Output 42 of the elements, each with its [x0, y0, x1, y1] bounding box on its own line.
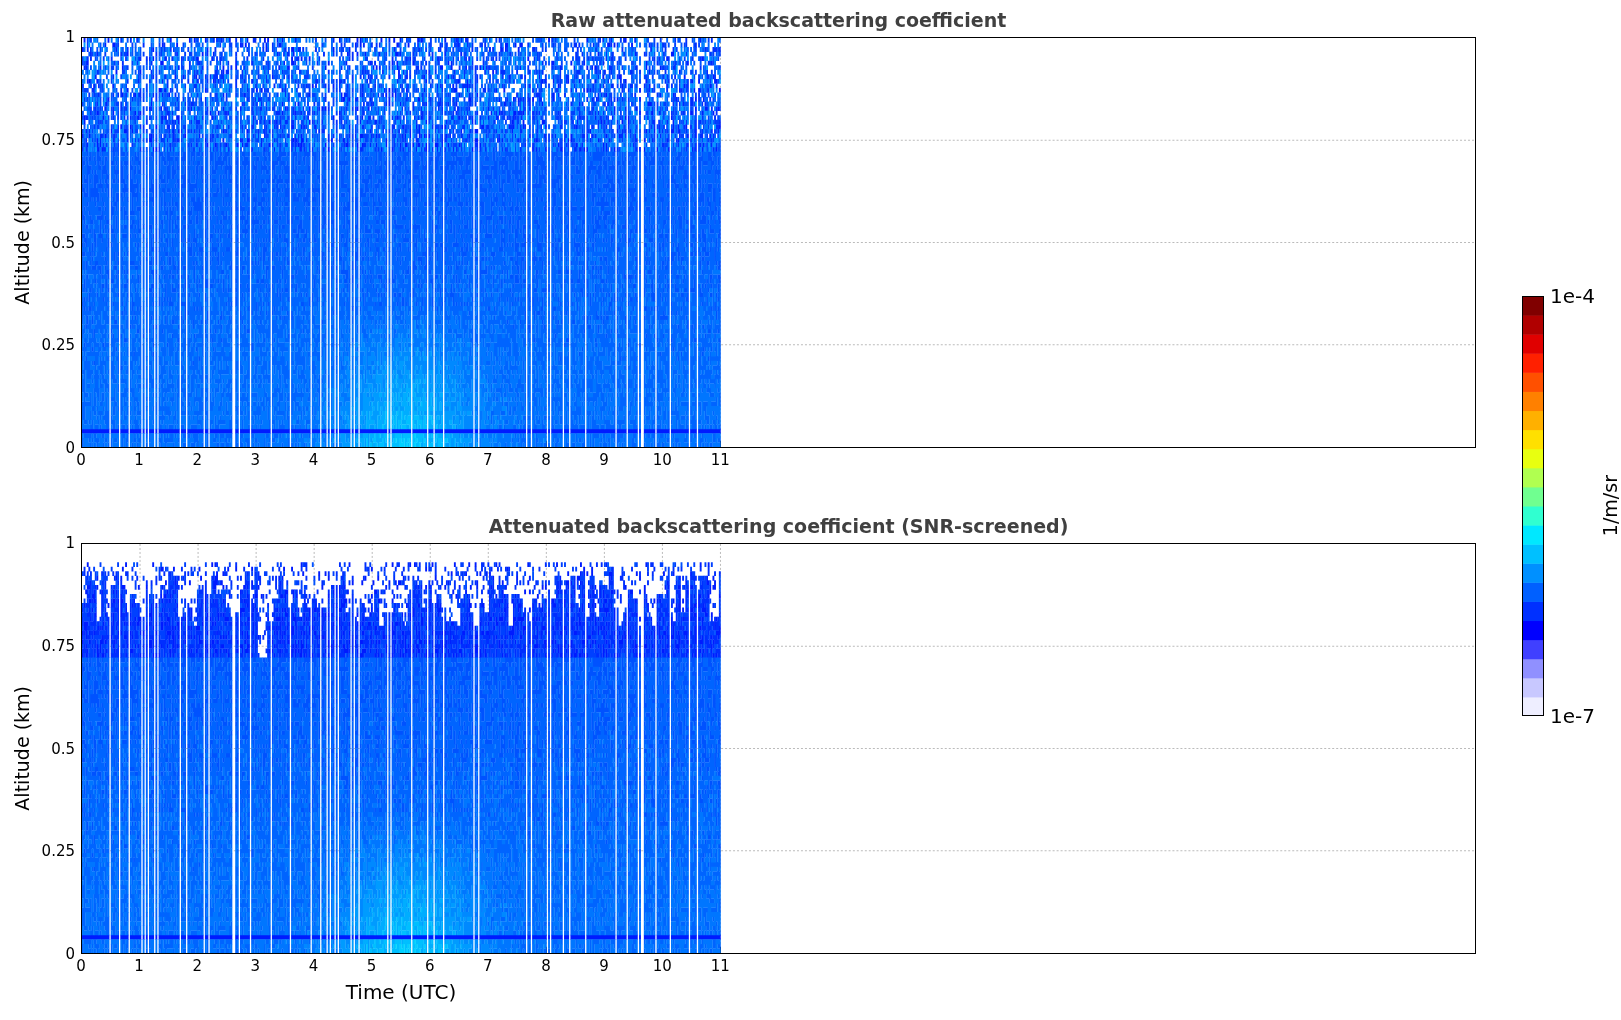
tick-label: 4 — [308, 957, 319, 975]
tick-label: 0.25 — [41, 336, 75, 355]
tick-label: 0 — [65, 439, 75, 457]
tick-label: 6 — [425, 957, 435, 975]
tick-label: 1 — [65, 28, 75, 46]
tick-label: 2 — [192, 957, 202, 975]
tick-label: 0.75 — [41, 130, 75, 149]
tick-label: 0 — [76, 451, 86, 469]
tick-label: 0.75 — [41, 636, 75, 655]
tick-label: 8 — [541, 451, 551, 469]
tick-label: 4 — [308, 451, 319, 469]
tick-label: 1 — [65, 534, 75, 552]
tick-label: 2 — [192, 451, 202, 469]
tick-label: 10 — [652, 451, 672, 469]
tick-label: 5 — [366, 957, 377, 975]
chart-title: Raw attenuated backscattering coefficient — [550, 9, 1007, 31]
tick-label: 7 — [483, 957, 493, 975]
tick-label: 7 — [483, 451, 493, 469]
tick-label: 5 — [366, 451, 377, 469]
tick-label: 1 — [134, 451, 144, 469]
chart-title: Attenuated backscattering coefficient (SNR-screened) — [488, 515, 1069, 537]
tick-label: 0.5 — [51, 739, 75, 758]
tick-label: 9 — [599, 451, 609, 469]
tick-label: 1e-4 — [1550, 284, 1595, 308]
axis-label: Time (UTC) — [345, 980, 457, 1004]
tick-label: 8 — [541, 957, 551, 975]
axis-label: Altitude (km) — [11, 686, 33, 811]
colorbar-label: 1/m/sr — [1599, 475, 1621, 537]
tick-label: 0 — [65, 945, 75, 963]
tick-label: 11 — [710, 957, 730, 975]
tick-label: 11 — [710, 451, 730, 469]
tick-label: 1 — [134, 957, 144, 975]
axis-label: Altitude (km) — [11, 180, 33, 305]
tick-label: 0.25 — [41, 842, 75, 861]
tick-label: 9 — [599, 957, 609, 975]
tick-label: 10 — [652, 957, 672, 975]
tick-label: 1e-7 — [1550, 704, 1595, 728]
tick-label: 3 — [250, 451, 261, 469]
tick-label: 0 — [76, 957, 86, 975]
tick-label: 3 — [250, 957, 261, 975]
tick-label: 0.5 — [51, 233, 75, 252]
tick-label: 6 — [425, 451, 435, 469]
